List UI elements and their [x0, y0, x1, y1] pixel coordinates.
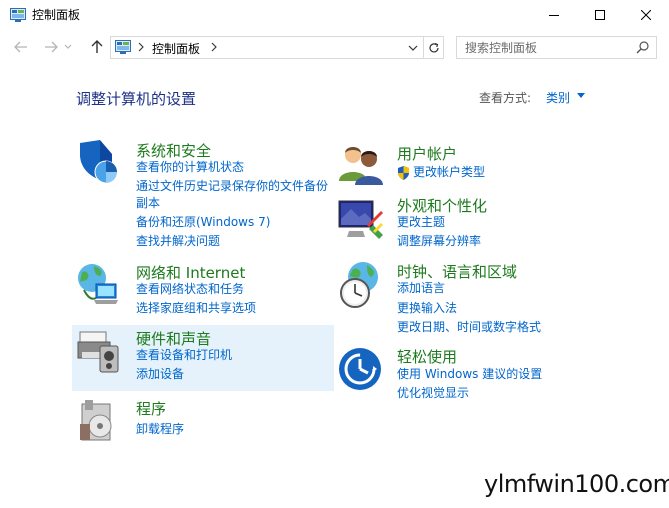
category-heading-user-accounts[interactable]: 用户帐户: [397, 143, 457, 164]
minimize-icon: [549, 15, 559, 16]
navigation-bar: 控制面板: [0, 30, 669, 64]
shield-icon: [76, 140, 120, 184]
category-heading-programs[interactable]: 程序: [136, 398, 166, 419]
window-title: 控制面板: [32, 8, 81, 22]
control-panel-icon: [115, 40, 131, 55]
link-backup-restore[interactable]: 备份和还原(Windows 7): [136, 213, 270, 231]
ease-of-access-icon: [337, 346, 381, 390]
recent-locations-button[interactable]: [62, 38, 74, 56]
view-by-label: 查看方式:: [479, 91, 532, 105]
address-dropdown-button[interactable]: [405, 37, 421, 58]
maximize-icon: [595, 10, 605, 20]
link-add-device[interactable]: 添加设备: [136, 365, 184, 383]
monitor-paintbrush-icon: [337, 195, 383, 239]
link-homegroup-sharing[interactable]: 选择家庭组和共享选项: [136, 299, 256, 317]
programs-disc-icon: [76, 398, 120, 442]
caret-down-icon[interactable]: [577, 93, 585, 98]
link-screen-resolution[interactable]: 调整屏幕分辨率: [397, 232, 481, 250]
close-icon: [641, 10, 651, 20]
link-uninstall-program[interactable]: 卸载程序: [136, 420, 184, 438]
link-windows-recommended-settings[interactable]: 使用 Windows 建议的设置: [397, 365, 542, 383]
refresh-icon: [428, 42, 439, 52]
refresh-button[interactable]: [423, 37, 443, 58]
breadcrumb-separator-icon[interactable]: [211, 39, 217, 55]
link-add-language[interactable]: 添加语言: [397, 279, 445, 297]
printer-icon: [76, 328, 120, 373]
link-optimize-visual-display[interactable]: 优化视觉显示: [397, 384, 469, 402]
category-heading-ease-of-access[interactable]: 轻松使用: [397, 346, 457, 367]
link-change-input-method[interactable]: 更换输入法: [397, 299, 457, 317]
control-panel-app-icon: [10, 7, 26, 22]
network-globe-icon: [76, 262, 120, 306]
link-change-theme[interactable]: 更改主题: [397, 213, 445, 231]
chevron-down-icon: [408, 45, 418, 51]
search-icon[interactable]: [635, 40, 651, 56]
back-button[interactable]: [12, 38, 30, 56]
breadcrumb-separator-icon[interactable]: [138, 39, 144, 55]
link-change-account-type[interactable]: 更改帐户类型: [413, 163, 485, 181]
page-title: 调整计算机的设置: [76, 90, 197, 108]
link-network-status[interactable]: 查看网络状态和任务: [136, 280, 244, 298]
search-input[interactable]: [457, 37, 632, 58]
link-view-computer-status[interactable]: 查看你的计算机状态: [136, 158, 244, 176]
link-file-history-backup-cont[interactable]: 副本: [136, 194, 160, 212]
arrow-right-icon: [45, 41, 58, 53]
link-change-date-time-format[interactable]: 更改日期、时间或数字格式: [397, 318, 541, 336]
link-troubleshoot[interactable]: 查找并解决问题: [136, 232, 220, 250]
title-bar: 控制面板: [0, 0, 669, 30]
up-button[interactable]: [88, 38, 106, 56]
minimize-button[interactable]: [531, 0, 577, 30]
chevron-down-icon: [64, 44, 72, 49]
breadcrumb-control-panel[interactable]: 控制面板: [152, 40, 200, 57]
search-box[interactable]: [456, 36, 657, 59]
clock-globe-icon: [337, 261, 381, 308]
forward-button[interactable]: [42, 38, 60, 56]
maximize-button[interactable]: [577, 0, 623, 30]
uac-shield-icon: [397, 165, 410, 180]
close-button[interactable]: [623, 0, 669, 30]
arrow-up-icon: [91, 40, 103, 53]
address-bar[interactable]: 控制面板: [110, 36, 444, 59]
link-file-history-backup[interactable]: 通过文件历史记录保存你的文件备份: [136, 177, 328, 195]
link-devices-printers[interactable]: 查看设备和打印机: [136, 346, 232, 364]
users-icon: [337, 143, 383, 187]
view-by-dropdown[interactable]: 类别: [546, 89, 570, 106]
watermark: ylmfwin100.com: [484, 470, 669, 498]
arrow-left-icon: [14, 41, 27, 53]
